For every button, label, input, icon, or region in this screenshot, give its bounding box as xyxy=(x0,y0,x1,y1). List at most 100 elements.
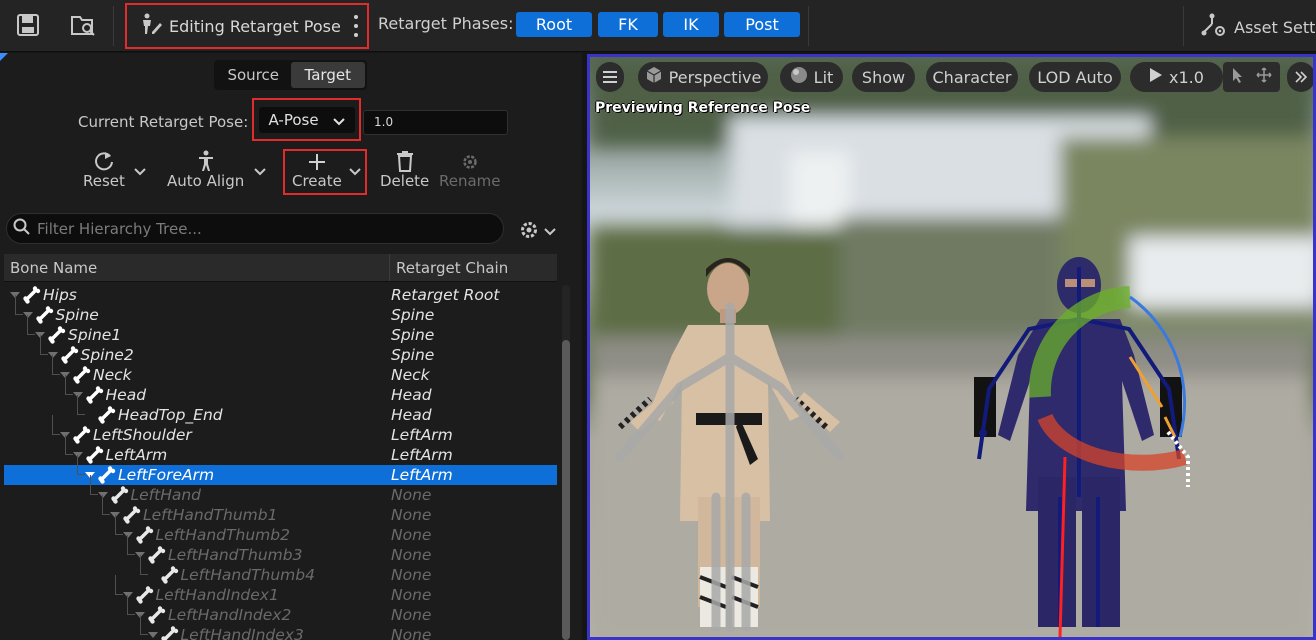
tree-scrollbar[interactable] xyxy=(562,285,570,640)
hierarchy-table-header: Bone Name Retarget Chain xyxy=(4,254,557,282)
auto-align-button[interactable]: Auto Align xyxy=(167,148,244,190)
tree-row[interactable]: LeftHandThumb1 None xyxy=(4,495,557,525)
save-icon[interactable] xyxy=(12,10,44,40)
lit-button[interactable]: Lit xyxy=(780,62,843,92)
phase-ik-toggle[interactable]: IK xyxy=(663,12,719,37)
bone-name: Hips xyxy=(43,286,77,304)
create-options-chevron-icon[interactable] xyxy=(349,163,361,181)
bone-name: Spine xyxy=(55,306,99,324)
bone-name: HeadTop_End xyxy=(118,406,223,424)
expand-arrow-icon[interactable] xyxy=(147,632,158,638)
create-button[interactable]: Create xyxy=(292,148,342,190)
reset-label: Reset xyxy=(83,172,125,190)
tree-guide-line xyxy=(64,435,73,455)
auto-align-label: Auto Align xyxy=(167,172,245,190)
lod-button[interactable]: LOD Auto xyxy=(1029,62,1121,92)
tree-row[interactable]: LeftShoulder LeftArm xyxy=(4,415,557,445)
auto-align-icon xyxy=(194,148,218,172)
phase-root-toggle[interactable]: Root xyxy=(516,12,592,37)
rename-button[interactable]: Rename xyxy=(439,148,501,190)
tree-row[interactable]: LeftArm LeftArm xyxy=(4,435,557,465)
asset-settings-button[interactable]: Asset Setti xyxy=(1200,12,1316,42)
tree-row[interactable]: Hips Retarget Root xyxy=(4,285,557,305)
viewport-status-caption: Previewing Reference Pose xyxy=(595,100,811,116)
delete-label: Delete xyxy=(380,172,430,190)
plus-icon xyxy=(307,148,327,172)
tree-guide-line xyxy=(77,395,85,415)
bone-name: Spine2 xyxy=(80,346,134,364)
tree-row[interactable]: HeadTop_End Head xyxy=(4,395,557,425)
bone-name: LeftForeArm xyxy=(118,466,215,484)
phase-fk-toggle[interactable]: FK xyxy=(598,12,658,37)
tree-guide-line xyxy=(114,515,123,535)
edit-retarget-pose-button[interactable]: Editing Retarget Pose xyxy=(125,3,369,49)
preview-viewport[interactable]: Perspective Lit Show Character LOD Auto … xyxy=(587,54,1316,640)
bone-name: LeftHand xyxy=(130,486,202,504)
viewport-more-button[interactable] xyxy=(1287,62,1313,92)
source-target-switch: Source Target xyxy=(214,60,367,90)
tree-scrollbar-thumb[interactable] xyxy=(562,340,570,640)
viewport-menu-button[interactable] xyxy=(596,62,624,92)
reset-button[interactable]: Reset xyxy=(83,148,125,190)
reset-icon xyxy=(93,148,115,172)
tree-row[interactable]: Spine2 Spine xyxy=(4,335,557,365)
viewport-scene xyxy=(590,57,1313,637)
tab-target[interactable]: Target xyxy=(290,62,365,88)
bone-name: LeftHandIndex1 xyxy=(155,586,279,604)
bone-name: LeftHandThumb1 xyxy=(143,506,278,524)
tree-row[interactable]: LeftHandIndex3 None xyxy=(4,615,557,640)
tree-row[interactable]: Spine Spine xyxy=(4,295,557,325)
bone-name: LeftHandThumb4 xyxy=(180,566,315,584)
more-options-icon[interactable] xyxy=(353,15,359,37)
retarget-chain: None xyxy=(391,506,432,524)
edit-pose-icon xyxy=(139,12,163,40)
tree-row[interactable]: LeftHand None xyxy=(4,475,557,505)
tree-guide-line xyxy=(139,555,148,575)
tree-guide-line xyxy=(27,315,35,335)
hierarchy-search-input[interactable] xyxy=(37,219,477,238)
retarget-chain: None xyxy=(391,566,432,584)
tree-row[interactable]: Spine1 Spine xyxy=(4,315,557,345)
rename-label: Rename xyxy=(439,172,501,190)
tree-row[interactable]: LeftHandIndex1 None xyxy=(4,575,557,605)
current-pose-dropdown[interactable]: A-Pose xyxy=(258,106,355,133)
retarget-pose-panel: Source Target Current Retarget Pose: A-P… xyxy=(0,53,582,640)
tree-guide-line xyxy=(139,615,148,635)
character-button[interactable]: Character xyxy=(926,62,1018,92)
reset-options-chevron-icon[interactable] xyxy=(134,163,146,181)
chevron-down-icon xyxy=(332,113,345,131)
bone-icon xyxy=(160,626,180,640)
tree-guide-line xyxy=(14,295,23,315)
perspective-button[interactable]: Perspective xyxy=(638,62,768,92)
browse-asset-icon[interactable] xyxy=(67,10,99,40)
tree-row[interactable]: LeftHandIndex2 None xyxy=(4,595,557,625)
tree-guide-line xyxy=(89,475,98,495)
bone-name: LeftHandThumb2 xyxy=(155,526,290,544)
pose-blend-input[interactable]: 1.0 xyxy=(363,110,508,135)
auto-align-options-chevron-icon[interactable] xyxy=(254,163,266,181)
playback-speed-button[interactable]: x1.0 xyxy=(1130,62,1223,92)
tree-row[interactable]: LeftHandThumb4 None xyxy=(4,555,557,585)
column-bone-name[interactable]: Bone Name xyxy=(4,254,390,281)
tree-row[interactable]: LeftHandThumb2 None xyxy=(4,515,557,545)
tree-row[interactable]: Head Head xyxy=(4,375,557,405)
tab-source[interactable]: Source xyxy=(216,62,291,88)
tree-row[interactable]: LeftHandThumb3 None xyxy=(4,535,557,565)
play-icon xyxy=(1149,67,1163,87)
bone-name: LeftHandThumb3 xyxy=(168,546,303,564)
tree-row[interactable]: Neck Neck xyxy=(4,355,557,385)
tree-row[interactable]: LeftForeArm LeftArm xyxy=(4,455,557,485)
tree-guide-line xyxy=(127,595,135,615)
tree-settings-dropdown[interactable] xyxy=(518,219,556,245)
edit-mode-label: Editing Retarget Pose xyxy=(169,16,341,36)
show-button[interactable]: Show xyxy=(852,62,915,92)
move-gizmo-icon[interactable] xyxy=(1255,67,1272,87)
tree-guide-line xyxy=(77,455,85,475)
select-cursor-icon[interactable] xyxy=(1232,67,1244,87)
phase-post-toggle[interactable]: Post xyxy=(724,12,800,37)
retarget-chain: LeftArm xyxy=(391,466,453,484)
delete-button[interactable]: Delete xyxy=(380,148,429,190)
gear-icon xyxy=(518,219,540,245)
column-retarget-chain[interactable]: Retarget Chain xyxy=(390,254,557,281)
playback-speed-label: x1.0 xyxy=(1169,67,1204,87)
